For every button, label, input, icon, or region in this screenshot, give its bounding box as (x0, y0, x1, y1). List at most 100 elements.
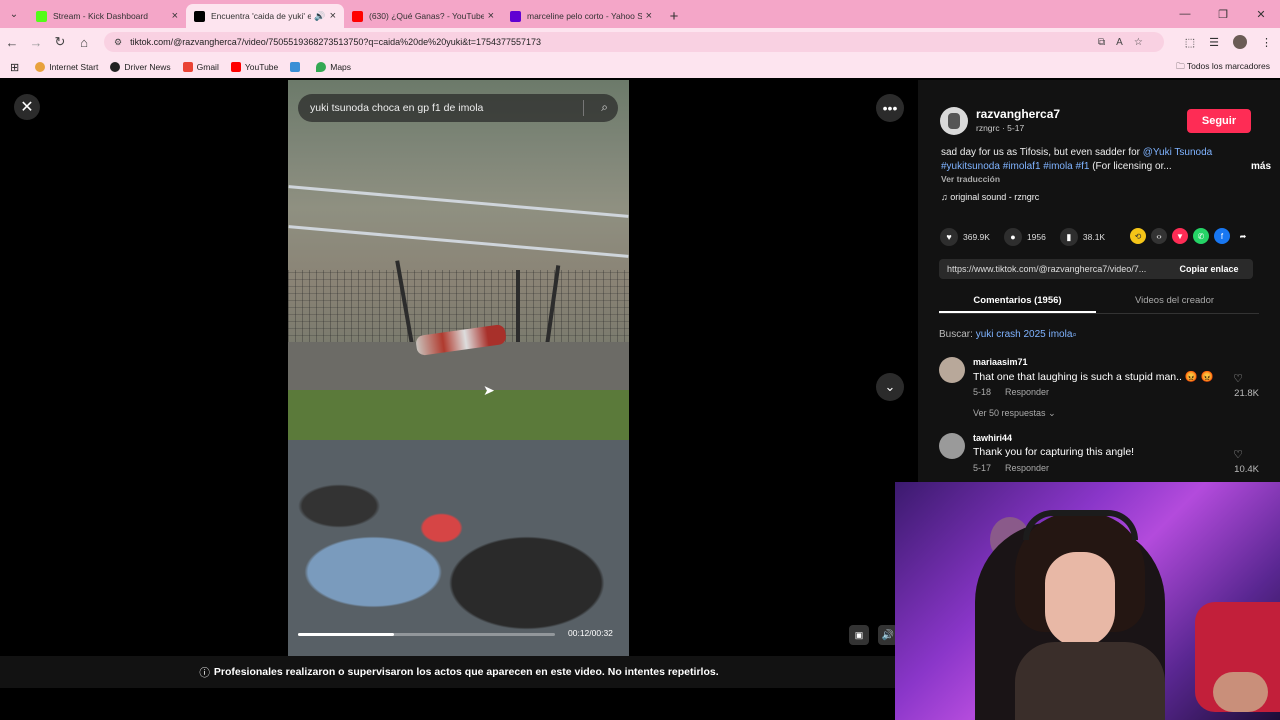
bookmark-star-icon[interactable]: ☆ (1134, 37, 1143, 48)
repost-icon[interactable]: ⟲ (1130, 228, 1146, 244)
bookmark-driver-news[interactable]: Driver News (110, 62, 171, 72)
profile-avatar[interactable] (1233, 35, 1247, 49)
comment-likes: 10.4K (1234, 464, 1259, 475)
comment-text: That one that laughing is such a stupid … (973, 371, 1214, 383)
bookmark-label: Driver News (124, 62, 171, 72)
close-tab-icon[interactable]: × (330, 10, 336, 22)
browser-tab-kick[interactable]: Stream - Kick Dashboard × (28, 4, 186, 28)
chevron-down-icon: ⌄ (1048, 408, 1056, 418)
like-button[interactable]: ♥ 369.9K (940, 228, 990, 246)
browser-tab-tiktok[interactable]: Encuentra 'caida de yuki' en 🔊 × (186, 4, 344, 28)
close-tab-icon[interactable]: × (488, 10, 494, 22)
author-subline: rzngrc · 5-17 (976, 123, 1025, 133)
tiktok-favicon-icon (194, 10, 205, 22)
media-icon[interactable]: ☰ (1209, 36, 1219, 49)
comment-tabs: Comentarios (1956) Videos del creador (939, 290, 1259, 314)
globe-icon (35, 62, 46, 72)
more-options-icon[interactable]: ••• (876, 94, 904, 122)
back-icon[interactable]: ← (0, 35, 24, 50)
reload-icon[interactable]: ↻ (48, 34, 72, 50)
comment-text: Thank you for capturing this angle! (973, 446, 1135, 458)
speaker-icon[interactable]: 🔊 (314, 11, 325, 22)
follow-button[interactable]: Seguir (1187, 109, 1251, 133)
sound-link[interactable]: ♫ original sound - rzngrc (941, 192, 1039, 202)
comment-date: 5-18 (973, 387, 992, 397)
view-replies-button[interactable]: Ver 50 respuestas ⌄ (973, 408, 1056, 419)
reply-button[interactable]: Responder (1005, 387, 1049, 397)
search-divider (583, 100, 584, 116)
forward-icon[interactable]: → (24, 35, 48, 50)
video-progress-bar[interactable] (298, 633, 555, 636)
reply-button[interactable]: Responder (1005, 463, 1049, 473)
search-suggestion[interactable]: Buscar: yuki crash 2025 imola⌕ (939, 329, 1077, 340)
author-block[interactable]: razvangherca7 rzngrc · 5-17 (940, 107, 1060, 135)
author-username[interactable]: razvangherca7 (976, 107, 1060, 121)
facebook-icon[interactable]: f (1214, 228, 1230, 244)
commenter-username[interactable]: mariaasim71 (973, 357, 1028, 367)
commenter-avatar[interactable] (939, 357, 965, 383)
bookmark-label: Gmail (196, 62, 219, 72)
apps-icon[interactable]: ⊞ (10, 61, 19, 74)
send-icon[interactable]: ▼ (1172, 228, 1188, 244)
search-icon[interactable]: ⌕ (601, 100, 608, 115)
home-icon[interactable]: ⌂ (72, 35, 96, 50)
close-icon[interactable]: ✕ (14, 94, 40, 120)
chevron-down-icon[interactable]: ⌄ (876, 373, 904, 401)
translate-link[interactable]: Ver traducción (941, 174, 1000, 184)
all-bookmarks-button[interactable]: 🗀 Todos los marcadores (1176, 61, 1270, 75)
site-info-icon[interactable]: ⚙ (114, 37, 122, 48)
more-link[interactable]: más (1251, 160, 1271, 174)
address-bar[interactable]: ⚙ tiktok.com/@razvangherca7/video/750551… (104, 32, 1164, 52)
tab-search-icon[interactable]: ⌄ (0, 0, 28, 28)
tab-comments[interactable]: Comentarios (1956) (939, 290, 1096, 313)
search-icon: ⌕ (1072, 330, 1077, 339)
close-tab-icon[interactable]: × (172, 10, 178, 22)
commenter-avatar[interactable] (939, 433, 965, 459)
share-arrow-icon[interactable]: ➦ (1235, 228, 1251, 244)
bookmark-internet-start[interactable]: Internet Start (35, 62, 98, 72)
bookmark-unnamed[interactable] (290, 62, 304, 72)
toolbar-right: ⬚ ☰ ⋮ (1185, 32, 1272, 52)
save-button[interactable]: ▮ 38.1K (1059, 228, 1106, 246)
share-link-field[interactable]: https://www.tiktok.com/@razvangherca7/vi… (939, 264, 1165, 274)
pip-icon[interactable]: ▣ (849, 625, 869, 645)
restore-icon[interactable]: ❐ (1204, 8, 1242, 21)
bookmark-youtube[interactable]: YouTube (230, 62, 278, 72)
browser-tab-yahoo[interactable]: marceline pelo corto - Yahoo S × (502, 4, 660, 28)
mention-link[interactable]: @Yuki Tsunoda (1143, 147, 1212, 158)
menu-icon[interactable]: ⋮ (1261, 36, 1272, 49)
comment-button[interactable]: ● 1956 (1003, 228, 1046, 246)
post-description: sad day for us as Tifosis, but even sadd… (941, 146, 1271, 173)
browser-tab-youtube[interactable]: (630) ¿Qué Ganas? - YouTube × (344, 4, 502, 28)
video-search-bar[interactable]: yuki tsunoda choca en gp f1 de imola ⌕ (298, 94, 618, 122)
close-tab-icon[interactable]: × (646, 10, 652, 22)
bookmark-gmail[interactable]: Gmail (182, 62, 219, 72)
video-timecode: 00:12/00:32 (568, 628, 613, 638)
video-player[interactable]: yuki tsunoda choca en gp f1 de imola ⌕ ➤… (288, 80, 629, 660)
extensions-icon[interactable]: ⬚ (1185, 36, 1195, 49)
close-window-icon[interactable]: ✕ (1242, 8, 1280, 21)
saves-count: 38.1K (1082, 232, 1106, 242)
browser-toolbar: ← → ↻ ⌂ ⚙ tiktok.com/@razvangherca7/vide… (0, 28, 1280, 56)
music-note-icon: ♫ (941, 192, 951, 202)
streamer-hand (1213, 672, 1268, 712)
heart-icon[interactable]: ♡ (1233, 448, 1243, 461)
track-line (288, 225, 629, 258)
mouse-cursor-icon: ➤ (483, 382, 495, 398)
minimize-icon[interactable]: — (1166, 8, 1204, 20)
hashtags[interactable]: #yukitsunoda #imolaf1 #imola #f1 (941, 161, 1089, 172)
new-tab-button[interactable]: + (660, 4, 688, 28)
install-icon[interactable]: ⧉ (1098, 37, 1105, 48)
copy-link-button[interactable]: Copiar enlace (1165, 264, 1253, 274)
disclaimer-text: Profesionales realizaron o supervisaron … (213, 666, 719, 678)
commenter-username[interactable]: tawhiri44 (973, 433, 1012, 443)
heart-icon[interactable]: ♡ (1233, 372, 1243, 385)
search-suggestion-query[interactable]: yuki crash 2025 imola (976, 329, 1073, 340)
author-avatar[interactable] (940, 107, 968, 135)
whatsapp-icon[interactable]: ✆ (1193, 228, 1209, 244)
translate-icon[interactable]: A (1116, 37, 1123, 48)
bookmark-maps[interactable]: Maps (316, 62, 351, 72)
tab-creator-videos[interactable]: Videos del creador (1096, 290, 1253, 313)
sound-label: original sound - rzngrc (950, 192, 1040, 202)
embed-icon[interactable]: ‹› (1151, 228, 1167, 244)
